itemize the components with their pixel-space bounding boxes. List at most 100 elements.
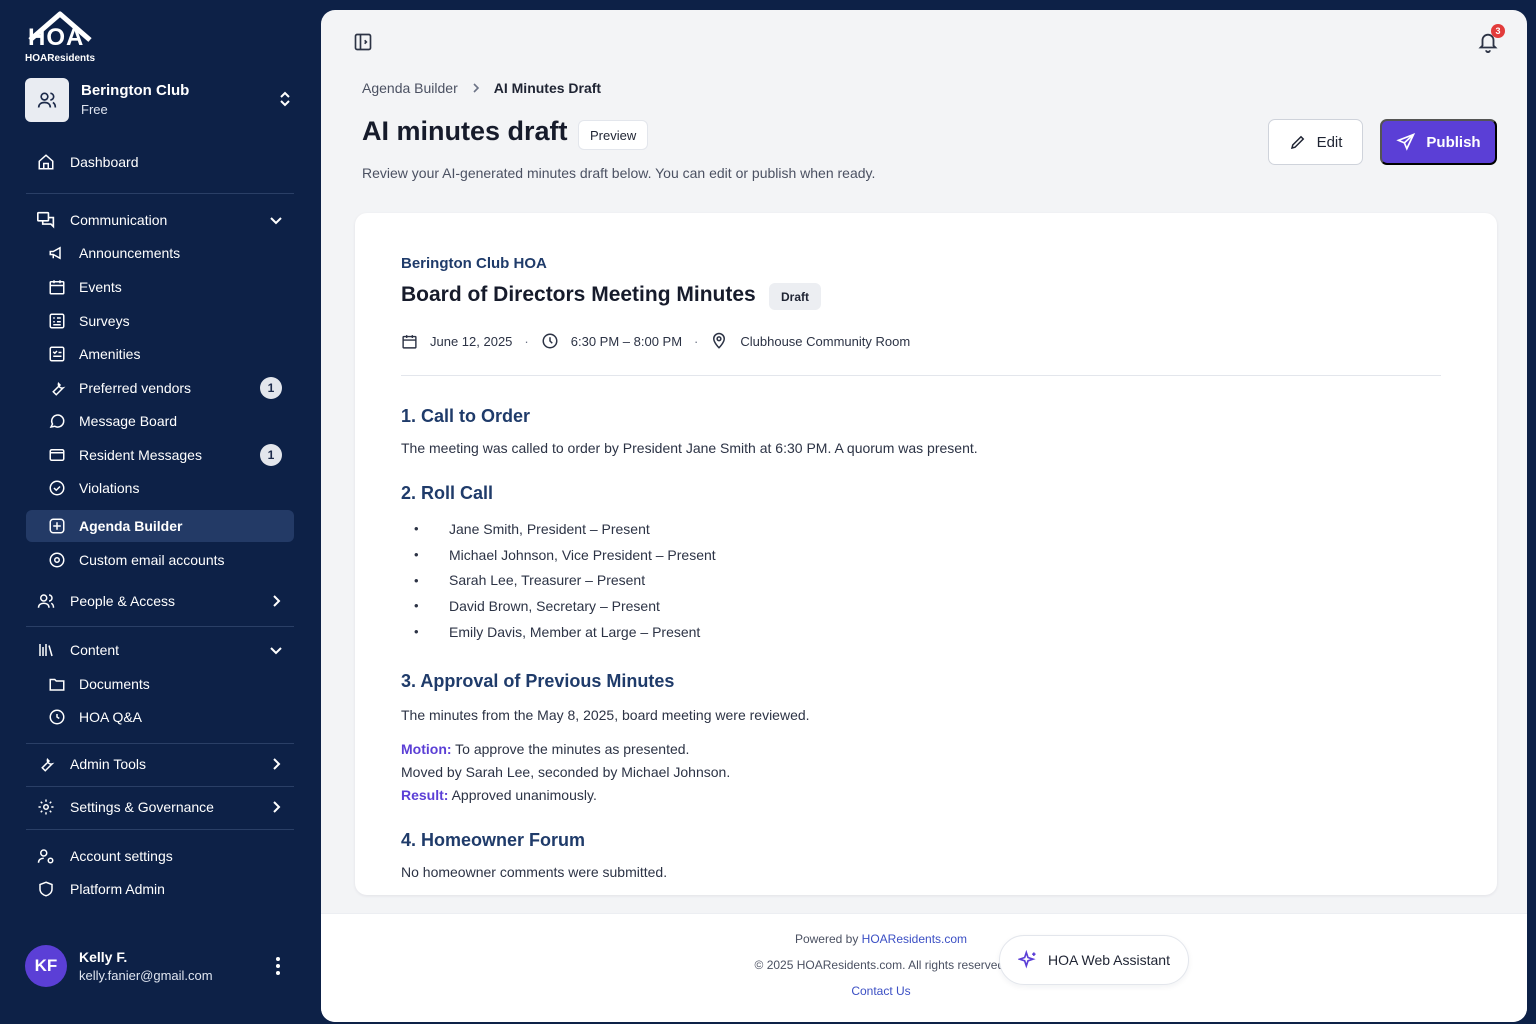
survey-icon xyxy=(47,311,67,331)
sparkle-icon xyxy=(1018,950,1038,970)
contact-us-link[interactable]: Contact Us xyxy=(321,984,1441,998)
section-heading: 2. Roll Call xyxy=(401,483,494,503)
edit-label: Edit xyxy=(1316,133,1343,151)
chevron-right-icon[interactable] xyxy=(268,593,284,609)
sidebar-label: Documents xyxy=(79,676,150,692)
clock-icon xyxy=(541,332,559,350)
logo-text: HOA xyxy=(28,24,85,51)
map-pin-icon xyxy=(710,332,728,350)
motion-line: Motion: To approve the minutes as presen… xyxy=(401,741,689,757)
club-switcher[interactable]: Berington Club Free xyxy=(25,78,295,122)
pencil-icon xyxy=(1289,133,1307,151)
chat-bubbles-icon xyxy=(36,210,56,230)
sidebar: HOA HOAResidents Berington Club Free Das… xyxy=(0,0,320,1024)
notifications-button[interactable]: 3 xyxy=(1477,24,1505,54)
result-line: Result: Approved unanimously. xyxy=(401,787,597,803)
message-bubble-icon xyxy=(47,411,67,431)
user-settings-icon xyxy=(36,846,56,866)
motion-label: Motion: xyxy=(401,741,452,757)
sidebar-item-amenities[interactable]: Amenities xyxy=(26,338,294,370)
chevron-right-icon[interactable] xyxy=(268,756,284,772)
page-title: AI minutes draft xyxy=(362,116,568,146)
hoaresidents-link[interactable]: HOAResidents.com xyxy=(862,932,967,946)
meeting-location: Clubhouse Community Room xyxy=(740,333,911,349)
checklist-icon xyxy=(47,344,67,364)
sidebar-item-people-access[interactable]: People & Access xyxy=(26,585,294,617)
wrench-icon xyxy=(36,754,56,774)
sidebar-label: Resident Messages xyxy=(79,447,202,463)
club-name: Berington Club xyxy=(81,82,190,99)
list-item: Jane Smith, President – Present xyxy=(401,516,716,542)
sidebar-item-communication[interactable]: Communication xyxy=(26,204,294,236)
divider xyxy=(26,743,294,744)
divider xyxy=(26,786,294,787)
preview-badge: Preview xyxy=(578,120,649,150)
shield-check-icon xyxy=(47,478,67,498)
sidebar-item-events[interactable]: Events xyxy=(26,271,294,303)
sidebar-label: Content xyxy=(70,642,120,658)
status-badge: Draft xyxy=(769,283,822,310)
sidebar-label: Admin Tools xyxy=(70,756,147,772)
breadcrumb-parent-link[interactable]: Agenda Builder xyxy=(362,80,458,96)
avatar: KF xyxy=(25,945,67,987)
breadcrumb-current: AI Minutes Draft xyxy=(493,80,602,96)
list-item: Sarah Lee, Treasurer – Present xyxy=(401,567,716,593)
user-name: Kelly F. xyxy=(79,949,128,965)
chevron-down-icon[interactable] xyxy=(268,642,284,658)
sidebar-label: Platform Admin xyxy=(70,881,165,897)
sidebar-toggle-icon[interactable] xyxy=(353,32,373,52)
sidebar-label: Account settings xyxy=(70,848,173,864)
chevron-up-down-icon[interactable] xyxy=(277,90,293,108)
sidebar-label: Surveys xyxy=(79,313,130,329)
sidebar-item-message-board[interactable]: Message Board xyxy=(26,405,294,437)
sidebar-label: HOA Q&A xyxy=(79,709,143,725)
minutes-title: Board of Directors Meeting Minutes xyxy=(401,283,756,306)
sidebar-item-resident-messages[interactable]: Resident Messages 1 xyxy=(26,439,294,471)
folder-icon xyxy=(47,674,67,694)
publish-button[interactable]: Publish xyxy=(1380,119,1497,165)
wrench-icon xyxy=(47,378,67,398)
sidebar-item-dashboard[interactable]: Dashboard xyxy=(26,146,294,178)
megaphone-icon xyxy=(47,243,67,263)
list-item: Michael Johnson, Vice President – Presen… xyxy=(401,542,716,568)
hoa-web-assistant-button[interactable]: HOA Web Assistant xyxy=(999,935,1189,985)
section-text: No homeowner comments were submitted. xyxy=(401,864,668,880)
sidebar-label: Dashboard xyxy=(70,154,139,170)
meeting-meta: June 12, 2025 · 6:30 PM – 8:00 PM · Club… xyxy=(401,332,910,350)
sidebar-item-custom-email[interactable]: Custom email accounts xyxy=(26,544,294,576)
club-plan: Free xyxy=(81,102,108,117)
roll-call-list: Jane Smith, President – Present Michael … xyxy=(401,516,716,644)
sidebar-item-content[interactable]: Content xyxy=(26,634,294,666)
result-text: Approved unanimously. xyxy=(448,787,597,803)
sidebar-item-admin-tools[interactable]: Admin Tools xyxy=(26,748,294,780)
chevron-right-icon xyxy=(470,82,482,94)
sidebar-item-documents[interactable]: Documents xyxy=(26,668,294,700)
user-profile[interactable]: KF Kelly F. kelly.fanier@gmail.com xyxy=(25,944,295,988)
sidebar-item-account-settings[interactable]: Account settings xyxy=(26,840,294,872)
sidebar-item-agenda-builder[interactable]: Agenda Builder xyxy=(26,510,294,542)
sidebar-item-violations[interactable]: Violations xyxy=(26,472,294,504)
sidebar-item-surveys[interactable]: Surveys xyxy=(26,305,294,337)
more-vertical-icon[interactable] xyxy=(275,956,281,976)
edit-button[interactable]: Edit xyxy=(1268,119,1363,165)
calendar-icon xyxy=(47,277,67,297)
powered-by: Powered by HOAResidents.com xyxy=(321,932,1441,946)
users-icon xyxy=(37,92,57,108)
sidebar-item-hoa-qa[interactable]: HOA Q&A xyxy=(26,701,294,733)
footer: Powered by HOAResidents.com © 2025 HOARe… xyxy=(321,913,1527,1022)
chevron-down-icon[interactable] xyxy=(268,212,284,228)
brand-name: HOAResidents xyxy=(25,53,96,64)
sidebar-item-settings-governance[interactable]: Settings & Governance xyxy=(26,791,294,823)
sidebar-item-announcements[interactable]: Announcements xyxy=(26,237,294,269)
sidebar-label: Communication xyxy=(70,212,168,228)
hoa-name: Berington Club HOA xyxy=(401,255,547,272)
divider xyxy=(26,829,294,830)
minutes-card: Berington Club HOA Board of Directors Me… xyxy=(355,213,1497,895)
sidebar-item-preferred-vendors[interactable]: Preferred vendors 1 xyxy=(26,372,294,404)
section-heading: 3. Approval of Previous Minutes xyxy=(401,671,675,691)
section-text: The meeting was called to order by Presi… xyxy=(401,440,978,456)
chevron-right-icon[interactable] xyxy=(268,799,284,815)
sidebar-item-platform-admin[interactable]: Platform Admin xyxy=(26,873,294,905)
sidebar-label: Settings & Governance xyxy=(70,799,214,815)
divider xyxy=(26,193,294,194)
